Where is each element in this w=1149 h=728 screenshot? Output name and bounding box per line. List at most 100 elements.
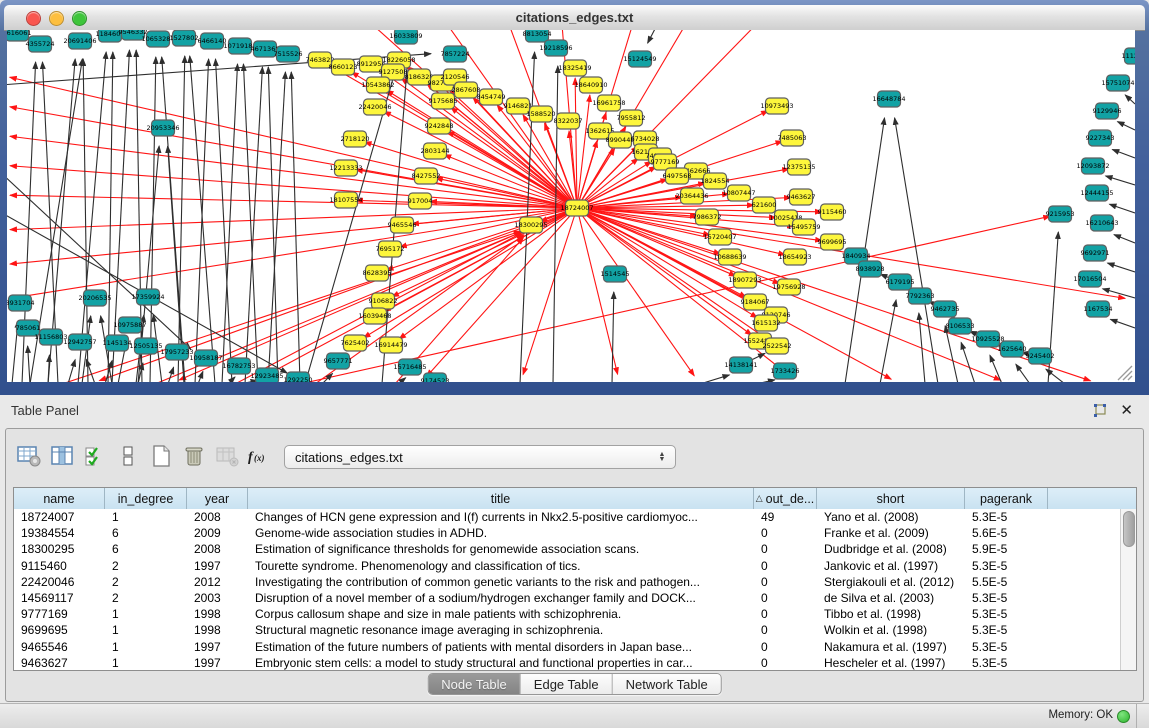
network-node[interactable]: 7986372 [693,209,722,225]
network-edge[interactable] [78,52,106,382]
network-edge[interactable] [245,67,262,382]
column-visibility-icon[interactable] [47,441,77,471]
network-edge[interactable] [1112,150,1135,158]
network-edge[interactable] [700,375,729,382]
network-node[interactable]: 7625402 [341,335,370,351]
network-edge[interactable] [108,52,113,382]
network-node[interactable]: 1824554 [701,173,730,189]
network-node[interactable]: 12213333 [329,160,362,176]
close-panel-icon[interactable]: ✕ [1120,401,1133,419]
network-node[interactable]: 9242848 [425,118,454,134]
network-node[interactable]: 18907293 [728,272,761,288]
table-row[interactable]: 1456911722003Disruption of a novel membe… [14,590,1121,606]
network-node[interactable]: 1733426 [771,363,800,379]
scrollbar-thumb[interactable] [1123,511,1135,547]
tab-edge-table[interactable]: Edge Table [521,674,613,694]
network-node[interactable]: 8628395 [363,265,392,281]
network-node[interactable]: 16914479 [374,337,407,353]
network-node[interactable]: 1112540 [1122,48,1135,64]
network-edge[interactable] [577,208,792,378]
network-node-hub[interactable]: 18724007 [560,200,593,216]
tab-network-table[interactable]: Network Table [613,674,721,694]
network-node[interactable]: 4355724 [26,36,55,52]
delete-table-icon[interactable] [212,441,242,471]
network-node[interactable]: 15720407 [703,229,736,245]
network-node[interactable]: 14138141 [724,357,757,373]
canvas-resize-grip[interactable] [1118,366,1132,380]
table-selector-dropdown[interactable]: citations_edges.txt ▲▼ [284,445,676,469]
column-header-title[interactable]: title [248,488,754,509]
network-edge[interactable] [1110,319,1135,328]
network-node[interactable]: 20691406 [63,33,96,49]
network-node[interactable]: 12093872 [1076,158,1109,174]
network-edge[interactable] [1109,204,1135,213]
table-row[interactable]: 911546021997Tourette syndrome. Phenomeno… [14,558,1121,574]
network-node[interactable]: 7792363 [906,288,935,304]
network-node[interactable]: 10975887 [113,317,146,333]
table-row[interactable]: 977716911998Corpus callosum shape and si… [14,606,1121,622]
network-edge[interactable] [168,367,174,382]
network-edge[interactable] [1125,95,1135,104]
column-header-name[interactable]: name [14,488,105,509]
network-node[interactable]: 7955812 [617,110,646,126]
network-node[interactable]: 18325419 [558,60,591,76]
network-node[interactable]: 7515526 [274,46,303,62]
table-row[interactable]: 2242004622012Investigating the contribut… [14,574,1121,590]
network-node[interactable]: 18107554 [329,192,362,208]
network-node[interactable]: 1588520 [527,106,556,122]
network-edge[interactable] [648,30,670,43]
network-node[interactable]: 8938928 [856,261,885,277]
network-node[interactable]: 18640910 [574,77,607,93]
network-node[interactable]: 9174523 [421,373,450,382]
network-node[interactable]: 10688639 [713,249,746,265]
network-node[interactable]: 1514545 [601,266,630,282]
network-node[interactable]: 2718120 [341,131,370,147]
column-header-in_degree[interactable]: in_degree [105,488,187,509]
network-edge[interactable] [240,381,258,383]
network-edge[interactable] [756,380,775,382]
network-node[interactable]: 20364436 [675,188,708,204]
network-edge[interactable] [1016,364,1030,382]
network-node[interactable]: 6466140 [198,33,227,49]
table-row[interactable]: 946554611997Estimation of the future num… [14,639,1121,655]
table-row[interactable]: 969969511998Structural magnetic resonanc… [14,622,1121,638]
network-node[interactable]: 19218596 [539,40,572,56]
network-node[interactable]: 20953346 [146,120,179,136]
network-node[interactable]: 9215953 [1046,206,1075,222]
network-node[interactable]: 9692971 [1081,245,1110,261]
close-window-icon[interactable] [26,11,41,26]
network-node[interactable]: 18654923 [778,249,811,265]
delete-entries-icon[interactable] [179,441,209,471]
network-node[interactable]: 17359924 [131,289,164,305]
network-node[interactable]: 10973493 [760,98,793,114]
network-node[interactable]: 12505135 [129,338,162,354]
network-node[interactable]: 9129946 [1093,103,1122,119]
table-scrollbar[interactable] [1120,509,1136,670]
network-node[interactable]: 9462735 [931,301,960,317]
column-header-year[interactable]: year [187,488,248,509]
network-node[interactable]: 1145134 [103,335,132,351]
column-header-pagerank[interactable]: pagerank [965,488,1048,509]
network-node[interactable]: 917004 [408,193,433,209]
network-node[interactable]: 10807447 [722,185,755,201]
network-node[interactable]: 12444155 [1080,185,1113,201]
network-node[interactable]: 9175685 [429,93,458,109]
network-node[interactable]: 16648784 [872,91,905,107]
network-node[interactable]: 1292250 [284,372,313,382]
tab-node-table[interactable]: Node Table [428,674,521,694]
minimize-window-icon[interactable] [49,11,64,26]
network-edge[interactable] [195,59,209,382]
table-row[interactable]: 1830029562008Estimation of significance … [14,541,1121,557]
network-node[interactable]: 15716485 [393,359,426,375]
network-node[interactable]: 2522542 [763,338,792,354]
network-node[interactable]: 6497568 [663,168,692,184]
network-node[interactable]: 1625640 [998,341,1027,357]
network-node[interactable]: 9245402 [1026,348,1055,364]
network-edge[interactable] [961,342,975,382]
table-row[interactable]: 946362711997Embryonic stem cells: a mode… [14,655,1121,671]
network-window-titlebar[interactable]: citations_edges.txt [4,5,1145,31]
float-panel-icon[interactable] [1093,404,1107,418]
table-settings-icon[interactable] [14,441,44,471]
network-node[interactable]: 8660123 [329,59,358,75]
network-node[interactable]: 20206535 [78,290,111,306]
